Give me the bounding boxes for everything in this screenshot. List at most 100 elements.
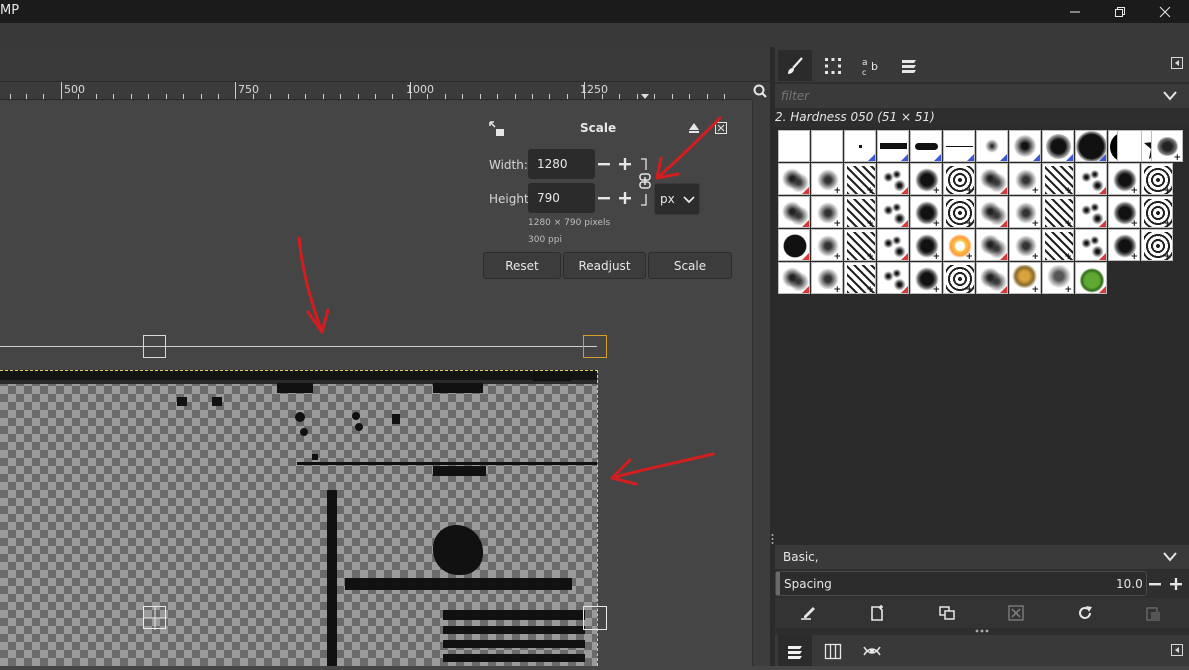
ruler-label: 1250 <box>580 83 608 96</box>
brush-thumb[interactable]: + <box>1009 163 1041 195</box>
brush-thumb[interactable] <box>976 229 1008 261</box>
brush-thumb[interactable]: + <box>811 229 843 261</box>
delete-brush-button[interactable] <box>1003 600 1029 626</box>
brush-thumb[interactable]: + <box>910 163 942 195</box>
brush-thumb[interactable]: + <box>943 262 975 294</box>
brush-thumb[interactable] <box>877 163 909 195</box>
brush-thumb[interactable] <box>1075 262 1107 294</box>
tab-patterns[interactable] <box>816 50 850 81</box>
brush-thumb[interactable]: + <box>1108 163 1140 195</box>
spacing-increment-button[interactable] <box>1166 569 1186 599</box>
magnifier-icon <box>753 84 767 98</box>
spacing-slider[interactable]: Spacing 10.0 <box>775 571 1147 596</box>
brush-thumb[interactable]: + <box>1042 196 1074 228</box>
brush-thumb[interactable] <box>1075 196 1107 228</box>
brush-thumb[interactable]: + <box>1108 196 1140 228</box>
brush-thumb[interactable] <box>778 262 810 294</box>
brush-thumb[interactable] <box>1075 163 1107 195</box>
tab-layers[interactable] <box>778 635 812 666</box>
restore-icon <box>1115 6 1125 17</box>
svg-text:a: a <box>862 58 868 68</box>
brush-thumb[interactable]: + <box>811 196 843 228</box>
spacing-slider-fill <box>776 572 780 595</box>
brush-thumb[interactable] <box>877 262 909 294</box>
brush-thumb[interactable]: + <box>943 196 975 228</box>
tab-brushes[interactable] <box>778 50 812 81</box>
refresh-brushes-button[interactable] <box>1072 600 1098 626</box>
menu-bar <box>0 23 770 47</box>
duplicate-icon <box>939 606 955 620</box>
brush-thumb[interactable] <box>1075 229 1107 261</box>
paintbrush-icon <box>788 56 803 74</box>
ruler-ticks <box>10 82 725 99</box>
fonts-icon: a bc <box>862 58 878 76</box>
brush-thumb[interactable] <box>778 163 810 195</box>
ruler-label: 500 <box>64 83 85 96</box>
brush-thumb[interactable]: + <box>1141 196 1173 228</box>
brush-thumb[interactable]: + <box>943 229 975 261</box>
tab-fonts[interactable]: abc <box>855 50 889 81</box>
brush-thumb[interactable] <box>877 229 909 261</box>
chevron-down-icon <box>1163 552 1177 562</box>
spacing-decrement-button[interactable] <box>1145 569 1165 599</box>
chevron-down-icon[interactable] <box>1163 90 1177 102</box>
minimize-button[interactable] <box>1052 0 1098 23</box>
brush-thumb[interactable]: + <box>1042 163 1074 195</box>
plus-icon <box>1170 578 1182 590</box>
filter-field[interactable] <box>775 84 1189 108</box>
brush-thumb[interactable]: + <box>844 262 876 294</box>
svg-text:b: b <box>871 60 878 73</box>
brush-thumb[interactable]: + <box>910 262 942 294</box>
tag-selector[interactable]: Basic, <box>775 545 1189 569</box>
brush-thumb[interactable]: + <box>910 196 942 228</box>
vertical-scrollbar[interactable] <box>752 100 770 666</box>
brush-thumb[interactable] <box>976 163 1008 195</box>
brush-thumb[interactable] <box>976 262 1008 294</box>
dock-separator-grip[interactable] <box>975 628 989 634</box>
tag-value: Basic, <box>783 550 819 564</box>
close-window-button[interactable] <box>1142 0 1188 23</box>
brush-thumb[interactable]: + <box>844 196 876 228</box>
brush-thumb[interactable] <box>778 229 810 261</box>
horizontal-ruler: 500 750 1000 1250 <box>0 82 752 100</box>
image-tab-strip <box>0 47 770 82</box>
annotation-arrows <box>297 116 722 486</box>
brush-thumb[interactable]: + <box>1042 229 1074 261</box>
zoom-button[interactable] <box>752 82 770 100</box>
tab-document-history[interactable] <box>892 50 926 81</box>
filter-input[interactable] <box>781 87 1151 105</box>
dock-menu-icon[interactable] <box>1171 57 1183 69</box>
brush-thumb[interactable] <box>877 196 909 228</box>
brush-thumb[interactable]: + <box>1009 262 1041 294</box>
brush-thumb[interactable]: + <box>844 163 876 195</box>
maximize-button[interactable] <box>1097 0 1143 23</box>
brush-thumb[interactable]: + <box>1141 163 1173 195</box>
edit-icon <box>801 607 815 620</box>
spacing-value: 10.0 <box>1116 577 1143 591</box>
brush-thumb[interactable]: + <box>1009 229 1041 261</box>
minimize-icon <box>1070 11 1080 12</box>
delete-icon <box>1008 605 1024 621</box>
minus-icon <box>1149 583 1161 586</box>
brush-thumb[interactable]: + <box>1042 262 1074 294</box>
image-canvas[interactable]: Scale Width: 1280 Height: 790 px 1280 × … <box>0 100 752 666</box>
dock-menu-icon[interactable] <box>1171 644 1183 656</box>
brush-thumb[interactable]: + <box>1108 229 1140 261</box>
tab-paths[interactable] <box>855 635 889 666</box>
brush-thumb[interactable]: + <box>844 229 876 261</box>
open-brush-as-image-button[interactable] <box>1140 600 1166 626</box>
brush-thumb[interactable]: + <box>943 163 975 195</box>
brush-thumb[interactable]: + <box>811 163 843 195</box>
new-brush-button[interactable] <box>864 600 890 626</box>
brush-thumb[interactable] <box>976 196 1008 228</box>
brush-thumb[interactable]: + <box>1009 196 1041 228</box>
tab-channels[interactable] <box>816 635 850 666</box>
spacing-label: Spacing <box>784 577 832 591</box>
title-bar: MP <box>0 0 1189 23</box>
brush-thumb[interactable]: + <box>1141 229 1173 261</box>
edit-brush-button[interactable] <box>795 600 821 626</box>
brush-thumb[interactable]: + <box>910 229 942 261</box>
duplicate-brush-button[interactable] <box>934 600 960 626</box>
brush-thumb[interactable] <box>778 196 810 228</box>
brush-thumb[interactable]: + <box>811 262 843 294</box>
